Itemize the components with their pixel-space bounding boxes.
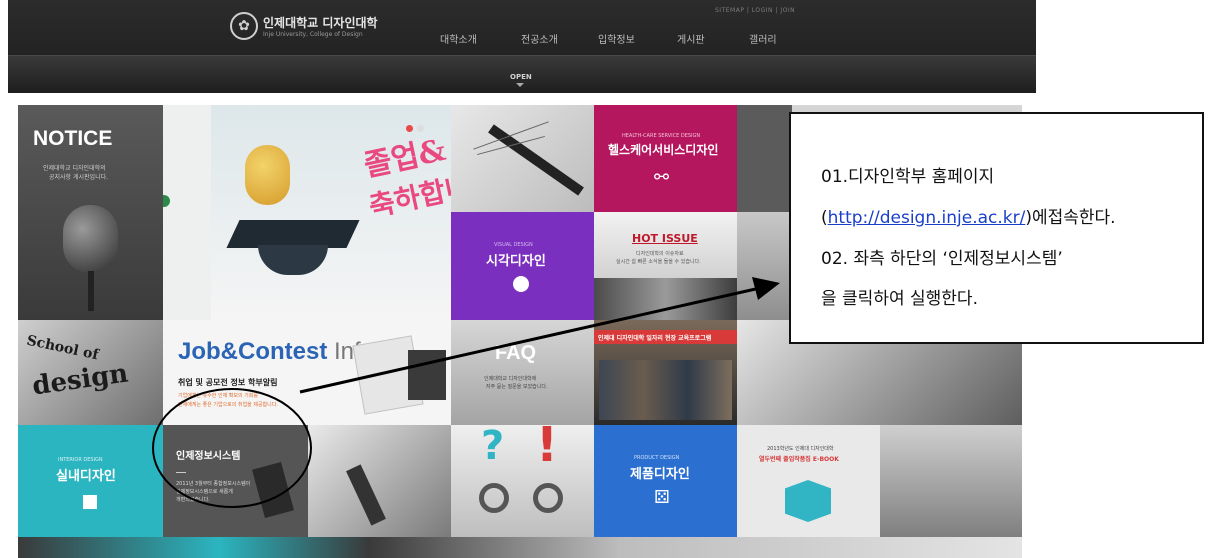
- arrow-head-icon: [752, 277, 780, 300]
- instruction-step-2-cont: 을 클릭하여 실행한다.: [821, 289, 978, 309]
- instruction-step-1: 01.디자인학부 홈페이지: [821, 167, 995, 187]
- highlight-circle: [152, 388, 312, 508]
- screen: { "header": { "logo_title": "인제대학교 디자인대학…: [0, 0, 1213, 558]
- paren: (: [821, 208, 828, 228]
- annotation-arrow: [299, 286, 761, 394]
- instruction-step-2: 02. 좌측 하단의 ‘인제정보시스템’: [821, 249, 1063, 269]
- homepage-link[interactable]: http://design.inje.ac.kr/: [828, 208, 1026, 228]
- step-1-suffix: )에접속한다.: [1025, 208, 1116, 228]
- instruction-callout: 01.디자인학부 홈페이지 (http://design.inje.ac.kr/…: [789, 112, 1204, 344]
- instruction-step-1-url: (http://design.inje.ac.kr/)에접속한다.: [821, 203, 1116, 228]
